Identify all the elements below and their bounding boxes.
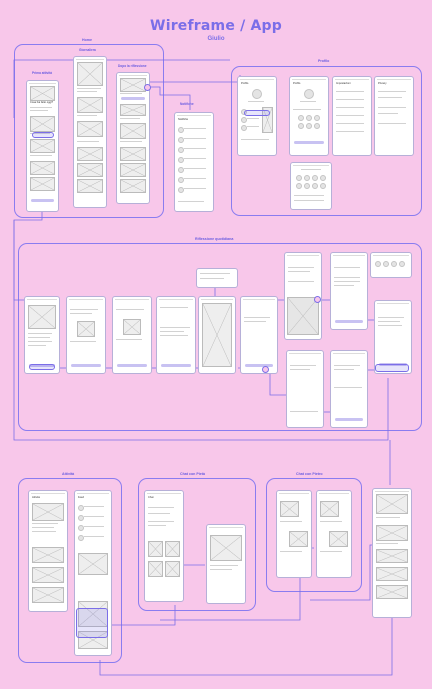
phone-rifl-5[interactable]	[198, 296, 236, 374]
phone-profilo-1[interactable]: Profilo	[237, 76, 277, 156]
phone-home-dopo[interactable]	[116, 72, 150, 204]
phone-rifl-4[interactable]	[156, 296, 196, 374]
attivita-title: Attività	[32, 496, 40, 499]
rifl-hotspot-2[interactable]	[375, 364, 409, 372]
impostazioni-title: Impostazioni	[336, 82, 351, 85]
phone-privacy[interactable]: Privacy	[374, 76, 414, 156]
profilo2-title: Profilo	[293, 82, 301, 85]
phone-notifiche[interactable]: Notifiche	[174, 112, 214, 212]
phone-chat-pari-1[interactable]: Chat	[144, 490, 184, 602]
phone-rifl-8[interactable]	[330, 252, 368, 330]
privacy-title: Privacy	[378, 82, 387, 85]
phone-home-giornaliera[interactable]	[73, 56, 107, 208]
phone-rifl-12[interactable]	[330, 350, 368, 428]
phone-avatar-picker[interactable]	[290, 162, 332, 210]
home-dopo-pin[interactable]	[144, 84, 151, 91]
phone-rifl-1[interactable]	[24, 296, 60, 374]
phone-impostazioni[interactable]: Impostazioni	[332, 76, 372, 156]
phone-attivita[interactable]: Attività	[28, 490, 68, 612]
phone-rifl-9[interactable]	[370, 252, 412, 278]
feed-title: Feed	[78, 496, 84, 499]
rifl-pin-1[interactable]	[262, 366, 269, 373]
phone-chat-pietro-1[interactable]	[276, 490, 312, 578]
chat-title: Chat	[148, 496, 154, 499]
feed-hotspot[interactable]	[76, 608, 108, 638]
phone-home-prima[interactable]: Cosa hai fatto oggi?	[26, 80, 59, 212]
rifl-hotspot-1[interactable]	[29, 364, 55, 370]
phone-rifl-3[interactable]	[112, 296, 152, 374]
phone-rifl-2[interactable]	[66, 296, 106, 374]
phone-rifl-popup[interactable]	[196, 268, 238, 288]
profilo-hotspot[interactable]	[244, 110, 270, 116]
profilo1-title: Profilo	[241, 82, 249, 85]
phone-rifl-11[interactable]	[286, 350, 324, 428]
phone-chat-pari-2[interactable]	[206, 524, 246, 604]
phone-rifl-10[interactable]	[374, 300, 412, 374]
home1-hotspot[interactable]	[32, 132, 54, 138]
phone-profilo-2[interactable]: Profilo	[289, 76, 329, 156]
phone-chat-pietro-2[interactable]	[316, 490, 352, 578]
phone-home-copy[interactable]	[372, 488, 412, 618]
home1-question: Cosa hai fatto oggi?	[30, 101, 54, 104]
phone-rifl-6[interactable]	[240, 296, 278, 374]
notifiche-title: Notifiche	[178, 118, 189, 121]
rifl-pin-2[interactable]	[314, 296, 321, 303]
